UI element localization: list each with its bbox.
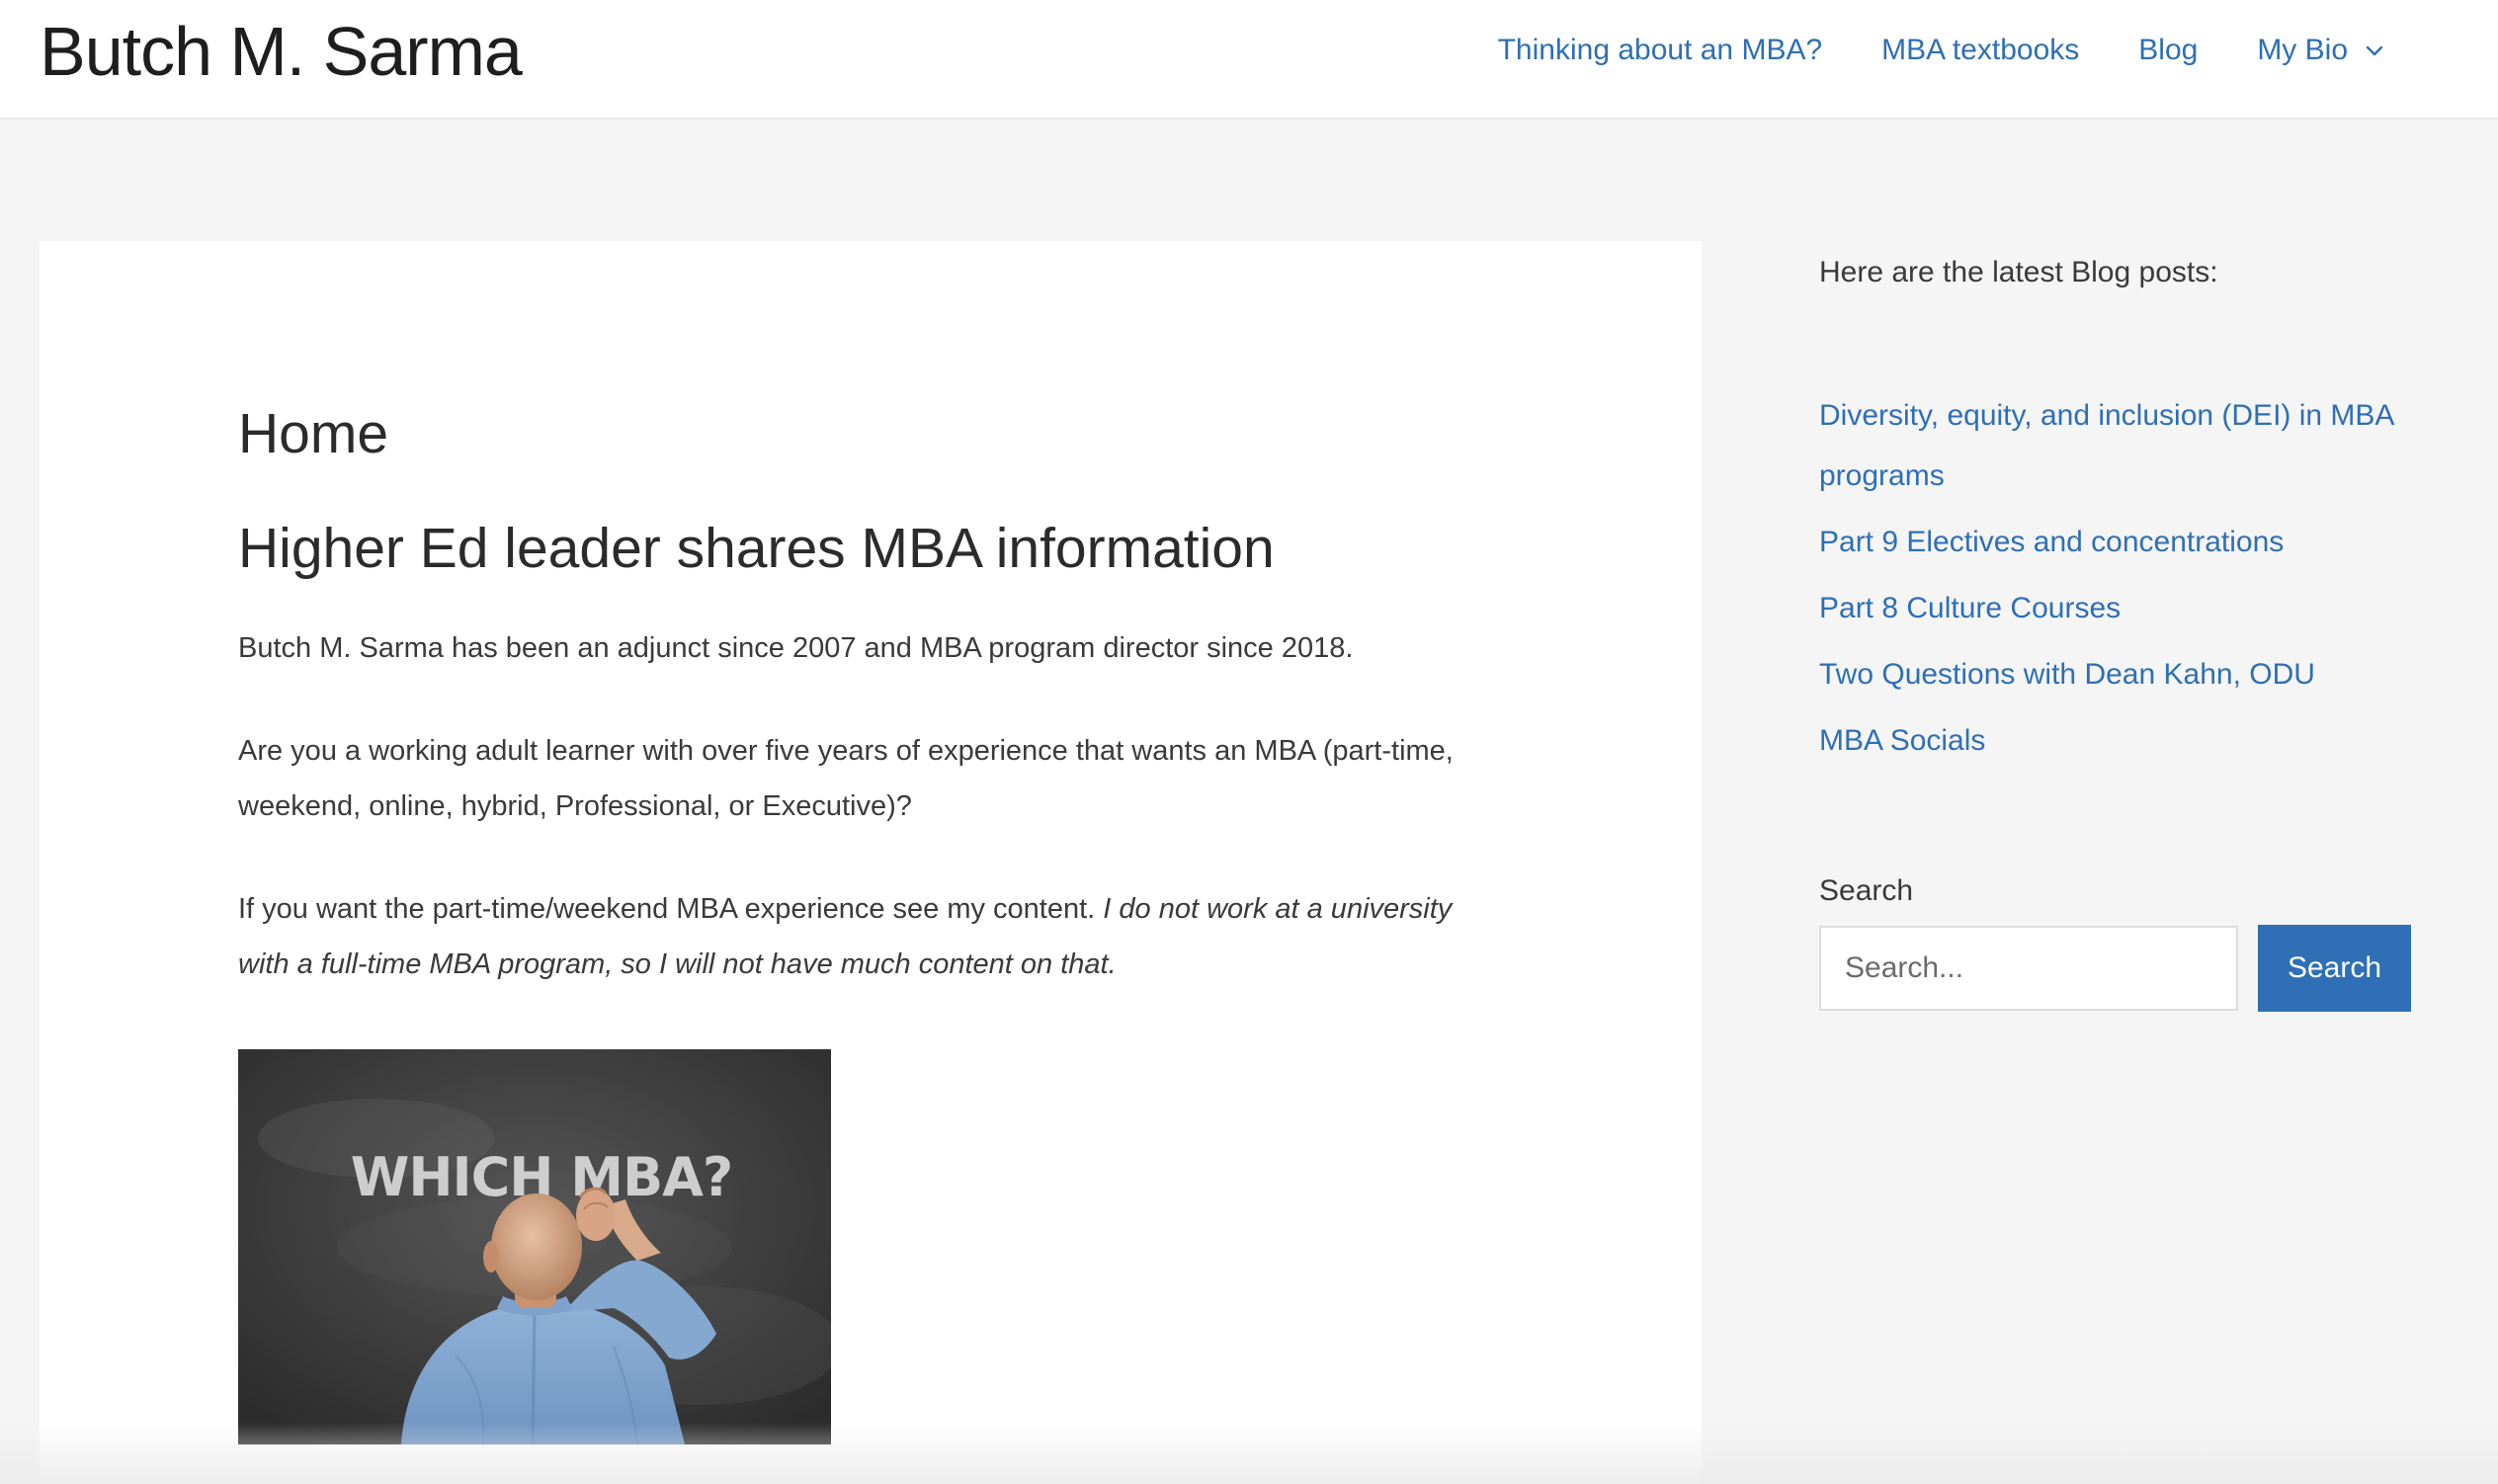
- main-navigation: Thinking about an MBA? MBA textbooks Blo…: [1498, 26, 2385, 75]
- site-header: Butch M. Sarma Thinking about an MBA? MB…: [0, 0, 2498, 120]
- content-note-text: If you want the part-time/weekend MBA ex…: [238, 893, 1104, 925]
- intro-paragraph: Butch M. Sarma has been an adjunct since…: [238, 632, 1354, 664]
- post-link-dean-kahn[interactable]: Two Questions with Dean Kahn, ODU: [1819, 644, 2432, 704]
- article: Home Higher Ed leader shares MBA informa…: [238, 399, 1523, 992]
- nav-item-my-bio[interactable]: My Bio: [2257, 34, 2385, 67]
- search-button[interactable]: Search: [2258, 925, 2411, 1012]
- nav-item-label: Blog: [2138, 34, 2199, 66]
- nav-item-label: My Bio: [2257, 34, 2348, 66]
- latest-posts-list: Diversity, equity, and inclusion (DEI) i…: [1819, 385, 2432, 771]
- post-link-mba-socials[interactable]: MBA Socials: [1819, 710, 2432, 771]
- search-input[interactable]: [1819, 926, 2238, 1011]
- search-label: Search: [1819, 874, 1914, 907]
- nav-item-label: MBA textbooks: [1881, 34, 2080, 66]
- which-mba-image: WHICH MBA?: [238, 1049, 831, 1444]
- audience-paragraph: Are you a working adult learner with ove…: [238, 735, 1454, 822]
- nav-item-thinking-about-mba[interactable]: Thinking about an MBA?: [1498, 34, 1823, 67]
- page-title: Home: [238, 402, 389, 465]
- main-content: Home Higher Ed leader shares MBA informa…: [40, 241, 1702, 1484]
- chevron-down-icon[interactable]: [2364, 40, 2385, 61]
- nav-item-blog[interactable]: Blog: [2138, 34, 2198, 67]
- nav-item-mba-textbooks[interactable]: MBA textbooks: [1881, 34, 2079, 67]
- site-title[interactable]: Butch M. Sarma: [40, 10, 523, 93]
- which-mba-illustration: WHICH MBA?: [238, 1049, 831, 1444]
- sidebar: Here are the latest Blog posts: Diversit…: [1819, 247, 2432, 1012]
- post-link-dei[interactable]: Diversity, equity, and inclusion (DEI) i…: [1819, 385, 2432, 506]
- post-heading: Higher Ed leader shares MBA information: [238, 517, 1275, 580]
- search-form: Search: [1819, 925, 2432, 1012]
- post-link-culture-courses[interactable]: Part 8 Culture Courses: [1819, 578, 2432, 638]
- nav-item-label: Thinking about an MBA?: [1497, 34, 1823, 66]
- sidebar-intro-text: Here are the latest Blog posts:: [1819, 256, 2218, 289]
- post-link-electives[interactable]: Part 9 Electives and concentrations: [1819, 512, 2432, 572]
- content-note-paragraph: If you want the part-time/weekend MBA ex…: [238, 881, 1483, 992]
